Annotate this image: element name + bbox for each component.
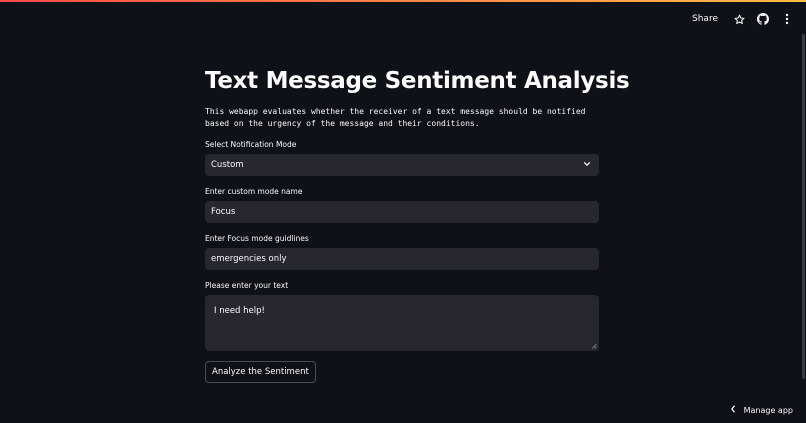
notification-mode-label: Select Notification Mode	[205, 140, 297, 149]
chevron-left-icon	[730, 405, 736, 415]
page-title: Text Message Sentiment Analysis	[205, 68, 630, 94]
message-text-label: Please enter your text	[205, 281, 289, 290]
message-text-group: Please enter your text I need help!	[205, 281, 599, 351]
more-vertical-icon[interactable]	[780, 12, 794, 26]
message-textarea[interactable]: I need help!	[205, 295, 599, 351]
top-decoration-bar	[0, 0, 806, 2]
github-icon[interactable]	[756, 12, 770, 26]
scrollbar[interactable]	[802, 34, 805, 379]
analyze-sentiment-button[interactable]: Analyze the Sentiment	[205, 361, 316, 383]
guidelines-input[interactable]: emergencies only	[205, 248, 599, 270]
manage-app-button[interactable]: Manage app	[730, 405, 793, 415]
notification-mode-select[interactable]: Custom	[205, 154, 599, 176]
notification-mode-value: Custom	[211, 160, 244, 170]
main-content: Text Message Sentiment Analysis This web…	[205, 66, 630, 383]
notification-mode-group: Select Notification Mode Custom	[205, 140, 599, 176]
guidelines-label: Enter Focus mode guidlines	[205, 234, 309, 243]
share-button[interactable]: Share	[688, 12, 722, 26]
custom-mode-name-label: Enter custom mode name	[205, 187, 303, 196]
star-icon[interactable]	[732, 12, 746, 26]
resize-handle-icon[interactable]	[591, 343, 597, 349]
custom-mode-name-group: Enter custom mode name Focus	[205, 187, 599, 223]
app-root: Share Text Message Sentiment Analysis Th…	[0, 0, 806, 423]
message-textarea-value: I need help!	[214, 306, 265, 316]
custom-mode-name-input[interactable]: Focus	[205, 201, 599, 223]
guidelines-group: Enter Focus mode guidlines emergencies o…	[205, 234, 599, 270]
chevron-down-icon	[583, 160, 591, 171]
manage-app-label: Manage app	[743, 405, 793, 415]
app-header: Share	[688, 12, 794, 26]
page-description: This webapp evaluates whether the receiv…	[205, 107, 586, 128]
